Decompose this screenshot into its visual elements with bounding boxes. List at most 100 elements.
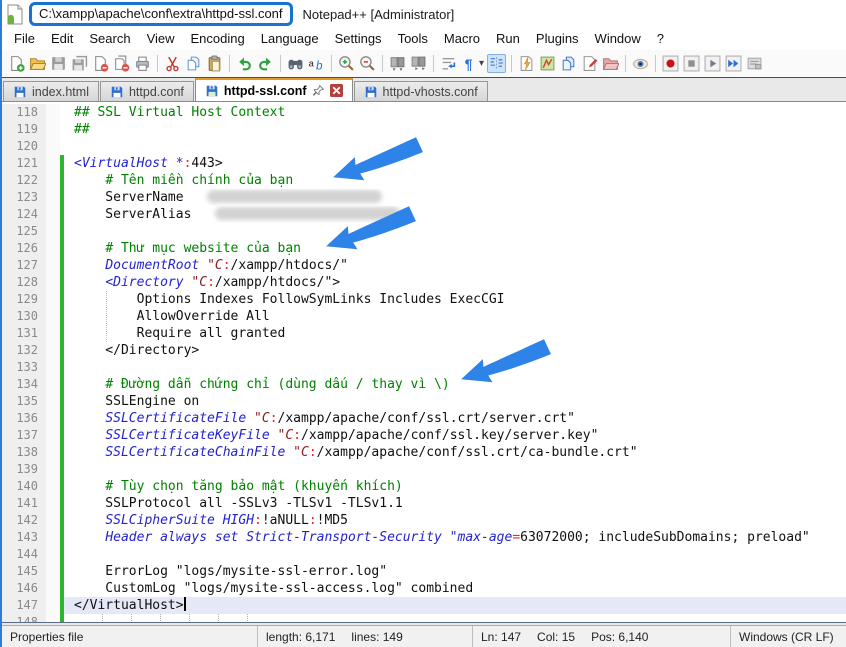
code-line[interactable]: 126 # Thư mục website của bạn	[2, 240, 846, 257]
bookmark-margin[interactable]	[46, 580, 60, 597]
bookmark-margin[interactable]	[46, 240, 60, 257]
menu-edit[interactable]: Edit	[43, 28, 81, 50]
indent-guide-icon[interactable]	[487, 54, 506, 73]
code-text[interactable]: DocumentRoot "C:/xampp/htdocs/"	[64, 257, 846, 274]
save-all-icon[interactable]	[70, 54, 89, 73]
code-text[interactable]: <VirtualHost *:443>	[64, 155, 846, 172]
bookmark-margin[interactable]	[46, 359, 60, 376]
menu-view[interactable]: View	[139, 28, 183, 50]
code-text[interactable]	[64, 546, 846, 563]
tab-httpd-conf[interactable]: httpd.conf	[100, 81, 194, 101]
function-list-icon[interactable]	[580, 54, 599, 73]
code-line[interactable]: 122 # Tên miền chính của bạn	[2, 172, 846, 189]
print-icon[interactable]	[133, 54, 152, 73]
code-line[interactable]: 142 SSLCipherSuite HIGH:!aNULL:!MD5	[2, 512, 846, 529]
menu-run[interactable]: Run	[488, 28, 528, 50]
code-text[interactable]: ##	[64, 121, 846, 138]
redo-icon[interactable]	[256, 54, 275, 73]
code-line[interactable]: 125	[2, 223, 846, 240]
open-file-icon[interactable]	[28, 54, 47, 73]
pin-tab-icon[interactable]	[312, 84, 325, 97]
save-icon[interactable]	[49, 54, 68, 73]
code-text[interactable]: </VirtualHost>	[64, 597, 846, 614]
replace-icon[interactable]: ab	[307, 54, 326, 73]
code-text[interactable]: ServerName	[64, 189, 846, 206]
bookmark-margin[interactable]	[46, 393, 60, 410]
bookmark-margin[interactable]	[46, 410, 60, 427]
run-command-icon[interactable]	[517, 54, 536, 73]
code-line[interactable]: 146 CustomLog "logs/mysite-ssl-access.lo…	[2, 580, 846, 597]
macro-stop-icon[interactable]	[682, 54, 701, 73]
menu-settings[interactable]: Settings	[327, 28, 390, 50]
copy-icon[interactable]	[184, 54, 203, 73]
tab-httpd-ssl-conf[interactable]: httpd-ssl.conf	[195, 78, 353, 101]
bookmark-margin[interactable]	[46, 308, 60, 325]
document-map-icon[interactable]	[538, 54, 557, 73]
code-line[interactable]: 118## SSL Virtual Host Context	[2, 104, 846, 121]
zoom-in-icon[interactable]	[337, 54, 356, 73]
macro-run-multiple-icon[interactable]	[724, 54, 743, 73]
code-text[interactable]: # Tên miền chính của bạn	[64, 172, 846, 189]
code-text[interactable]	[64, 138, 846, 155]
menu-window[interactable]: Window	[587, 28, 649, 50]
code-line[interactable]: 145 ErrorLog "logs/mysite-ssl-error.log"	[2, 563, 846, 580]
code-text[interactable]: </Directory>	[64, 342, 846, 359]
menu-help[interactable]: ?	[649, 28, 672, 50]
code-line[interactable]: 143 Header always set Strict-Transport-S…	[2, 529, 846, 546]
bookmark-margin[interactable]	[46, 155, 60, 172]
code-line[interactable]: 148	[2, 614, 846, 622]
bookmark-margin[interactable]	[46, 461, 60, 478]
code-text[interactable]: SSLEngine on	[64, 393, 846, 410]
bookmark-margin[interactable]	[46, 138, 60, 155]
code-line[interactable]: 136 SSLCertificateFile "C:/xampp/apache/…	[2, 410, 846, 427]
bookmark-margin[interactable]	[46, 223, 60, 240]
macro-record-icon[interactable]	[661, 54, 680, 73]
code-text[interactable]: CustomLog "logs/mysite-ssl-access.log" c…	[64, 580, 846, 597]
synchronize-vertical-icon[interactable]	[388, 54, 407, 73]
code-line[interactable]: 133	[2, 359, 846, 376]
code-line[interactable]: 138 SSLCertificateChainFile "C:/xampp/ap…	[2, 444, 846, 461]
chevron-down-icon[interactable]: ▾	[479, 58, 484, 69]
code-text[interactable]: # Thư mục website của bạn	[64, 240, 846, 257]
code-line[interactable]: 130 AllowOverride All	[2, 308, 846, 325]
tab-index-html[interactable]: index.html	[3, 81, 99, 101]
code-text[interactable]	[64, 614, 846, 622]
code-text[interactable]: SSLCertificateKeyFile "C:/xampp/apache/c…	[64, 427, 846, 444]
menu-tools[interactable]: Tools	[390, 28, 436, 50]
macro-save-icon[interactable]	[745, 54, 764, 73]
code-text[interactable]: # Đường dẫn chứng chỉ (dùng dấu / thay v…	[64, 376, 846, 393]
new-file-icon[interactable]	[7, 54, 26, 73]
code-line[interactable]: 135 SSLEngine on	[2, 393, 846, 410]
code-line[interactable]: 141 SSLProtocol all -SSLv3 -TLSv1 -TLSv1…	[2, 495, 846, 512]
code-text[interactable]: AllowOverride All	[64, 308, 846, 325]
tab-httpd-vhosts-conf[interactable]: httpd-vhosts.conf	[354, 81, 488, 101]
code-text[interactable]: Require all granted	[64, 325, 846, 342]
code-text[interactable]: Options Indexes FollowSymLinks Includes …	[64, 291, 846, 308]
menu-file[interactable]: File	[6, 28, 43, 50]
bookmark-margin[interactable]	[46, 495, 60, 512]
bookmark-margin[interactable]	[46, 444, 60, 461]
code-text[interactable]: ServerAlias	[64, 206, 846, 223]
code-line[interactable]: 139	[2, 461, 846, 478]
bookmark-margin[interactable]	[46, 614, 60, 622]
close-file-icon[interactable]	[91, 54, 110, 73]
synchronize-horizontal-icon[interactable]	[409, 54, 428, 73]
code-text[interactable]: SSLProtocol all -SSLv3 -TLSv1 -TLSv1.1	[64, 495, 846, 512]
code-text[interactable]	[64, 223, 846, 240]
code-line[interactable]: 140 # Tùy chọn tăng bảo mật (khuyến khíc…	[2, 478, 846, 495]
bookmark-margin[interactable]	[46, 291, 60, 308]
bookmark-margin[interactable]	[46, 172, 60, 189]
bookmark-margin[interactable]	[46, 342, 60, 359]
bookmark-margin[interactable]	[46, 189, 60, 206]
menu-language[interactable]: Language	[253, 28, 327, 50]
code-text[interactable]: ## SSL Virtual Host Context	[64, 104, 846, 121]
menu-search[interactable]: Search	[81, 28, 138, 50]
bookmark-margin[interactable]	[46, 325, 60, 342]
code-line[interactable]: 147</VirtualHost>	[2, 597, 846, 614]
bookmark-margin[interactable]	[46, 563, 60, 580]
bookmark-margin[interactable]	[46, 104, 60, 121]
code-text[interactable]: <Directory "C:/xampp/htdocs/">	[64, 274, 846, 291]
bookmark-margin[interactable]	[46, 257, 60, 274]
code-text[interactable]: # Tùy chọn tăng bảo mật (khuyến khích)	[64, 478, 846, 495]
bookmark-margin[interactable]	[46, 427, 60, 444]
